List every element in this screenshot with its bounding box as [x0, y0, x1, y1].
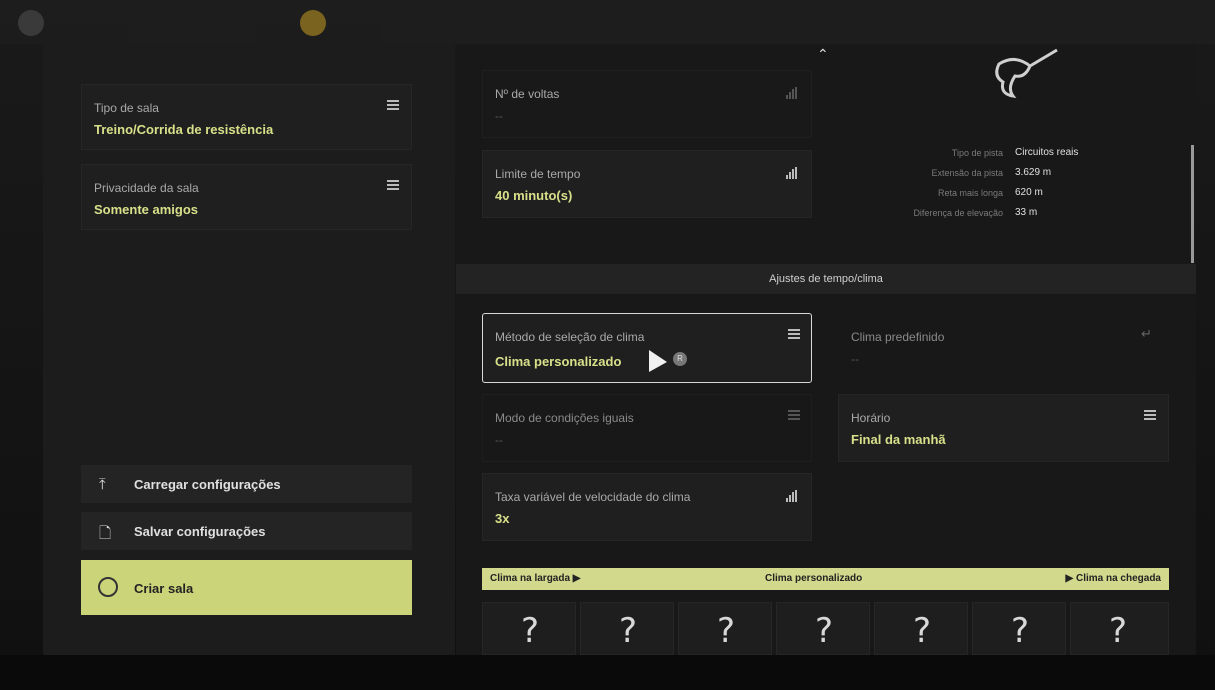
weather-slot[interactable]: ?	[678, 602, 772, 655]
save-file-icon: 🗋	[99, 525, 112, 542]
weather-speed-label: Taxa variável de velocidade do clima	[495, 490, 691, 504]
weather-slot[interactable]: ?	[580, 602, 674, 655]
weather-slot[interactable]: ?	[776, 602, 870, 655]
weather-speed-card[interactable]: Taxa variável de velocidade do clima 3x	[482, 473, 812, 541]
logo-icon	[18, 10, 44, 36]
track-length-value: 3.629 m	[1015, 167, 1052, 178]
equal-conditions-value: --	[495, 433, 503, 447]
weather-slot[interactable]: ?	[1070, 602, 1169, 655]
room-type-card[interactable]: Tipo de sala Treino/Corrida de resistênc…	[81, 84, 412, 150]
preset-weather-label: Clima predefinido	[851, 330, 945, 344]
unknown-weather-icon: ?	[618, 611, 638, 651]
track-type-label: Tipo de pista	[951, 148, 1003, 158]
weather-slot[interactable]: ?	[874, 602, 968, 655]
track-length-label: Extensão da pista	[931, 168, 1003, 178]
unknown-weather-icon: ?	[814, 611, 834, 651]
unknown-weather-icon: ?	[912, 611, 932, 651]
laps-value: --	[495, 109, 503, 123]
time-limit-label: Limite de tempo	[495, 167, 581, 181]
load-settings-label: Carregar configurações	[134, 477, 281, 492]
weather-speed-value: 3x	[495, 511, 510, 526]
weather-section-title: Ajustes de tempo/clima	[769, 273, 883, 285]
finish-weather-label: ▶ Clima na chegada	[1065, 573, 1162, 584]
top-status-bar	[0, 0, 1215, 44]
room-type-label: Tipo de sala	[94, 101, 159, 115]
longest-straight-label: Reta mais longa	[937, 188, 1003, 198]
equal-conditions-card[interactable]: Modo de condições iguais --	[482, 394, 812, 462]
create-room-button[interactable]: Criar sala	[81, 560, 412, 615]
credits-icon	[300, 10, 326, 36]
upload-icon: ⤒	[99, 476, 106, 493]
elevation-value: 33 m	[1015, 207, 1038, 218]
preset-weather-value: --	[851, 352, 859, 366]
time-limit-card[interactable]: Limite de tempo 40 minuto(s)	[482, 150, 812, 218]
room-type-value: Treino/Corrida de resistência	[94, 122, 274, 137]
unknown-weather-icon: ?	[716, 611, 736, 651]
weather-slot[interactable]: ?	[972, 602, 1066, 655]
unknown-weather-icon: ?	[1108, 611, 1128, 651]
save-settings-label: Salvar configurações	[134, 524, 266, 539]
custom-weather-label: Clima personalizado	[765, 573, 863, 584]
unknown-weather-icon: ?	[520, 611, 540, 651]
preset-weather-card[interactable]: Clima predefinido -- ↵	[838, 313, 1169, 383]
create-room-label: Criar sala	[134, 581, 194, 596]
time-of-day-card[interactable]: Horário Final da manhã	[838, 394, 1169, 462]
weather-slot[interactable]: ?	[482, 602, 576, 655]
list-menu-icon[interactable]	[387, 100, 399, 110]
save-settings-button[interactable]: 🗋 Salvar configurações	[81, 512, 412, 550]
cursor-icon	[649, 350, 667, 372]
weather-method-label: Método de seleção de clima	[495, 330, 645, 344]
list-menu-icon[interactable]	[387, 180, 399, 190]
weather-timeline-header: Clima na largada ▶ Clima personalizado ▶…	[482, 568, 1169, 590]
equal-conditions-label: Modo de condições iguais	[495, 411, 634, 425]
start-weather-label: Clima na largada ▶	[490, 573, 581, 584]
signal-bars-icon	[786, 87, 798, 99]
time-of-day-value: Final da manhã	[851, 432, 946, 447]
longest-straight-value: 620 m	[1015, 187, 1043, 198]
globe-add-icon	[98, 577, 118, 597]
weather-section-header: Ajustes de tempo/clima	[456, 264, 1196, 294]
track-map	[995, 48, 1058, 98]
unknown-weather-icon: ?	[1010, 611, 1030, 651]
scrollbar[interactable]	[1191, 145, 1194, 263]
load-settings-button[interactable]: ⤒ Carregar configurações	[81, 465, 412, 503]
bottom-bar	[0, 655, 1215, 690]
enter-icon: ↵	[1141, 326, 1152, 341]
list-menu-icon[interactable]	[1144, 410, 1156, 420]
weather-method-card[interactable]: Método de seleção de clima Clima persona…	[482, 313, 812, 383]
room-privacy-value: Somente amigos	[94, 202, 199, 217]
list-menu-icon[interactable]	[788, 329, 800, 339]
list-menu-icon	[788, 410, 800, 420]
laps-card[interactable]: Nº de voltas --	[482, 70, 812, 138]
elevation-label: Diferença de elevação	[913, 208, 1003, 218]
room-privacy-label: Privacidade da sala	[94, 181, 199, 195]
laps-label: Nº de voltas	[495, 87, 560, 101]
chevron-up-icon[interactable]: ⌃	[817, 46, 829, 63]
signal-bars-icon	[786, 167, 798, 179]
weather-method-value: Clima personalizado	[495, 354, 622, 369]
time-limit-value: 40 minuto(s)	[495, 188, 573, 203]
room-privacy-card[interactable]: Privacidade da sala Somente amigos	[81, 164, 412, 230]
signal-bars-icon	[786, 490, 798, 502]
time-of-day-label: Horário	[851, 411, 891, 425]
right-stick-badge: R	[673, 352, 687, 366]
track-type-value: Circuitos reais	[1015, 147, 1079, 158]
